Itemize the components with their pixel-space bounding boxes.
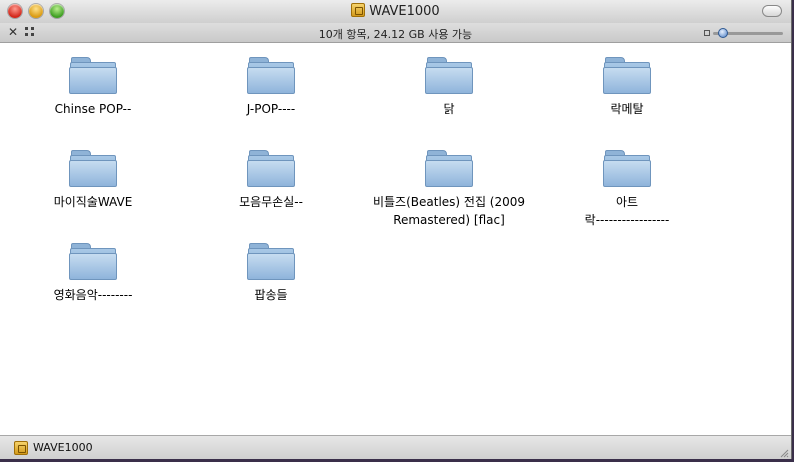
items-status: 10개 항목, 24.12 GB 사용 가능 <box>318 28 473 41</box>
folder-item[interactable]: Chinse POP-- <box>8 55 178 118</box>
folder-label: 팝송들 <box>254 288 288 302</box>
toolbar-toggle-button[interactable] <box>762 5 782 17</box>
folder-icon <box>425 55 473 94</box>
folder-icon <box>603 55 651 94</box>
window-title-wrap: WAVE1000 <box>0 3 791 19</box>
folder-label: 닭 <box>443 102 455 116</box>
folder-item[interactable]: 영화음악-------- <box>8 241 178 304</box>
folder-icon <box>247 241 295 280</box>
slider-thumb[interactable] <box>718 28 728 38</box>
status-bar: WAVE1000 <box>0 435 791 459</box>
title-bar[interactable]: WAVE1000 <box>0 0 791 24</box>
drive-icon <box>351 3 366 17</box>
folder-icon <box>247 55 295 94</box>
folder-icon <box>69 148 117 187</box>
folder-item[interactable]: 팝송들 <box>186 241 356 304</box>
folder-label: 비틀즈(Beatles) 전집 (2009 Remastered) [flac] <box>372 195 526 227</box>
folder-label: 락메탈 <box>610 102 644 116</box>
resize-grip-icon[interactable] <box>779 448 789 458</box>
path-label[interactable]: WAVE1000 <box>33 441 93 454</box>
toolbar: ✕ 10개 항목, 24.12 GB 사용 가능 <box>0 23 791 43</box>
folder-icon <box>69 55 117 94</box>
folder-label: 모음무손실-- <box>239 195 303 209</box>
folder-item[interactable]: 아트 락----------------- <box>542 148 712 229</box>
folder-grid: Chinse POP-- J-POP---- 닭 락메탈 마이직술WAVE 모음… <box>0 43 791 435</box>
folder-item[interactable]: 락메탈 <box>542 55 712 118</box>
folder-item[interactable]: J-POP---- <box>186 55 356 118</box>
icon-size-slider[interactable] <box>704 27 784 39</box>
folder-icon <box>247 148 295 187</box>
folder-item[interactable]: 모음무손실-- <box>186 148 356 211</box>
window-title: WAVE1000 <box>369 4 440 19</box>
folder-label: 영화음악-------- <box>53 288 133 302</box>
folder-item[interactable]: 마이직술WAVE <box>8 148 178 211</box>
folder-label: 마이직술WAVE <box>53 195 133 209</box>
small-icon-indicator <box>704 30 710 36</box>
folder-icon <box>603 148 651 187</box>
finder-window: WAVE1000 ✕ 10개 항목, 24.12 GB 사용 가능 Chinse… <box>0 0 792 459</box>
folder-label: 아트 락----------------- <box>584 195 670 227</box>
folder-item[interactable]: 닭 <box>364 55 534 118</box>
folder-label: J-POP---- <box>246 102 296 116</box>
folder-item[interactable]: 비틀즈(Beatles) 전집 (2009 Remastered) [flac] <box>364 148 534 229</box>
folder-icon <box>69 241 117 280</box>
folder-label: Chinse POP-- <box>54 102 132 116</box>
folder-icon <box>425 148 473 187</box>
drive-icon <box>14 441 28 455</box>
